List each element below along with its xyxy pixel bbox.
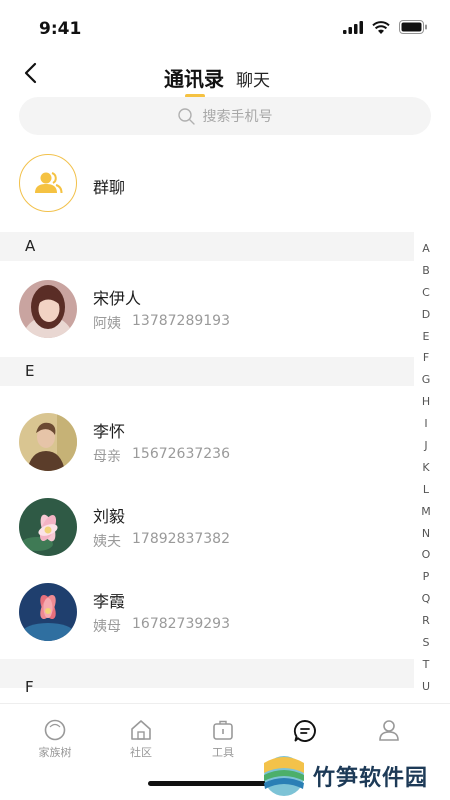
tab-contacts-label: 通讯录 (164, 67, 224, 91)
group-chat-row[interactable]: 群聊 (0, 150, 450, 222)
community-icon (131, 720, 151, 740)
tab-contacts[interactable]: 通讯录 (164, 63, 224, 98)
tab-profile[interactable] (354, 719, 424, 744)
tab-tools[interactable]: 工具 (188, 719, 258, 760)
group-chat-label: 群聊 (93, 178, 126, 197)
bamboo-logo-icon (264, 756, 304, 796)
section-letter: A (25, 237, 36, 255)
tab-community[interactable]: 社区 (106, 719, 176, 760)
message-icon (293, 720, 316, 742)
index-letter[interactable]: B (414, 260, 438, 282)
alphabet-index[interactable]: A B C D E F G H I J K L M N O P Q R S T … (414, 238, 438, 698)
profile-icon (379, 720, 399, 741)
index-letter[interactable]: M (414, 501, 438, 523)
index-letter[interactable]: S (414, 632, 438, 654)
contact-subtitle: 姨夫 17892837382 (93, 531, 230, 551)
family-tree-icon (44, 719, 66, 741)
index-letter[interactable]: P (414, 566, 438, 588)
tab-label: 工具 (212, 746, 234, 759)
index-letter[interactable]: A (414, 238, 438, 260)
tab-label: 家族树 (38, 746, 72, 759)
contact-row[interactable]: 李怀 母亲 15672637236 (0, 413, 414, 483)
section-header-f: F (0, 659, 414, 696)
tab-family-tree[interactable]: 家族树 (20, 719, 90, 760)
status-icons (343, 20, 428, 34)
index-letter[interactable]: E (414, 326, 438, 348)
wifi-icon (372, 20, 390, 34)
section-header-a: A (0, 232, 414, 261)
toolbox-icon (213, 720, 233, 740)
status-bar: 9:41 (0, 0, 450, 58)
index-letter[interactable]: D (414, 304, 438, 326)
contact-name: 李霞 (93, 592, 126, 611)
contact-relation: 姨母 (93, 619, 121, 635)
group-people-icon (35, 172, 63, 194)
watermark-text: 竹笋软件园 (313, 766, 429, 791)
index-letter[interactable]: L (414, 479, 438, 501)
index-letter[interactable]: C (414, 282, 438, 304)
battery-icon (399, 20, 427, 34)
contact-row[interactable]: 李霞 姨母 16782739293 (0, 583, 414, 653)
index-letter[interactable]: H (414, 391, 438, 413)
header-tabs: 通讯录 聊天 (164, 63, 270, 98)
nav-header: 通讯录 聊天 (0, 58, 450, 98)
contact-name: 李怀 (93, 422, 126, 441)
index-letter[interactable]: I (414, 413, 438, 435)
search-icon (177, 107, 195, 125)
index-letter[interactable]: O (414, 544, 438, 566)
contact-relation: 姨夫 (93, 534, 121, 550)
section-header-e: E (0, 357, 414, 386)
home-indicator (148, 781, 280, 786)
index-letter[interactable]: F (414, 347, 438, 369)
contact-row[interactable]: 刘毅 姨夫 17892837382 (0, 498, 414, 568)
contact-phone: 15672637236 (132, 446, 230, 462)
contact-relation: 阿姨 (93, 316, 121, 332)
status-time: 9:41 (39, 19, 82, 39)
contact-row[interactable]: 宋伊人 阿姨 13787289193 (0, 280, 414, 350)
back-arrow-icon[interactable] (20, 60, 44, 86)
contact-name: 宋伊人 (93, 289, 142, 308)
group-chat-avatar (19, 154, 77, 212)
index-letter[interactable]: K (414, 457, 438, 479)
tab-messages[interactable] (270, 719, 340, 746)
tab-chat[interactable]: 聊天 (236, 66, 270, 91)
avatar (19, 413, 77, 471)
contact-subtitle: 母亲 15672637236 (93, 446, 230, 466)
contact-subtitle: 阿姨 13787289193 (93, 313, 230, 333)
index-letter[interactable]: G (414, 369, 438, 391)
contact-subtitle: 姨母 16782739293 (93, 616, 230, 636)
contact-relation: 母亲 (93, 449, 121, 465)
section-letter: F (25, 678, 34, 696)
watermark: 竹笋软件园 (263, 755, 443, 797)
index-letter[interactable]: R (414, 610, 438, 632)
index-letter[interactable]: J (414, 435, 438, 457)
contact-phone: 17892837382 (132, 531, 230, 547)
avatar (19, 583, 77, 641)
index-letter[interactable]: Q (414, 588, 438, 610)
contact-name: 刘毅 (93, 507, 126, 526)
avatar (19, 280, 77, 338)
index-letter[interactable]: T (414, 654, 438, 676)
contact-phone: 13787289193 (132, 313, 230, 329)
section-letter: E (25, 362, 35, 380)
search-placeholder: 搜索手机号 (202, 109, 273, 125)
index-letter[interactable]: N (414, 523, 438, 545)
signal-icon (343, 20, 363, 34)
search-input[interactable]: 搜索手机号 (19, 97, 431, 135)
index-letter[interactable]: U (414, 676, 438, 698)
avatar (19, 498, 77, 556)
contact-phone: 16782739293 (132, 616, 230, 632)
tab-label: 社区 (130, 746, 152, 759)
